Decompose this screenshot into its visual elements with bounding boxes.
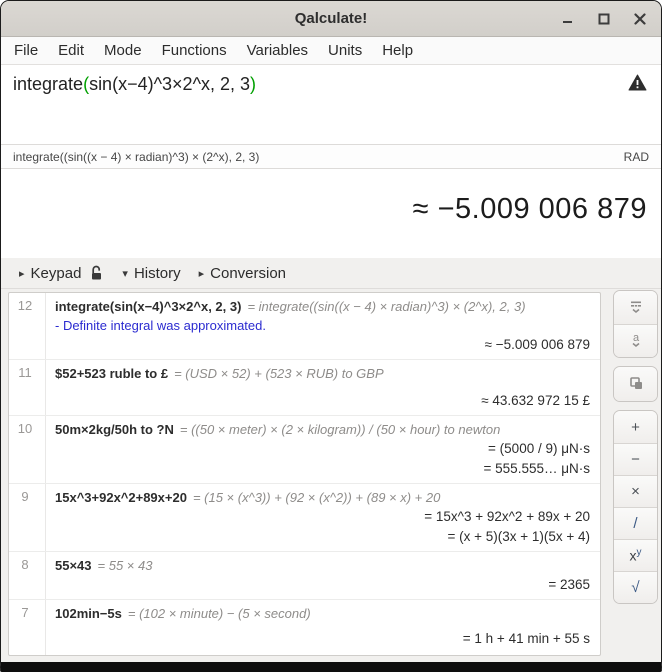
menu-functions[interactable]: Functions	[152, 39, 237, 62]
menu-units[interactable]: Units	[318, 39, 372, 62]
history-list[interactable]: 12 integrate(sin(x−4)^3×2^x, 2, 3) = inte…	[8, 292, 601, 656]
history-row[interactable]: 7 102min−5s = (102 × minute) − (5 × secon…	[9, 599, 600, 653]
maximize-button[interactable]	[593, 8, 615, 30]
divide-label: /	[633, 515, 637, 532]
divide-button[interactable]: /	[614, 507, 657, 539]
insert-text-button[interactable]: a	[614, 324, 657, 357]
history-index: 10	[9, 421, 41, 436]
history-panel: 12 integrate(sin(x−4)^3×2^x, 2, 3) = inte…	[1, 289, 661, 662]
expression-func: integrate	[13, 74, 83, 94]
power-exp-label: y	[637, 547, 642, 558]
history-row[interactable]: 8 55×43 = 55 × 43 = 2365	[9, 551, 600, 599]
angle-mode-indicator: RAD	[624, 150, 649, 164]
menu-help[interactable]: Help	[372, 39, 423, 62]
history-index: 7	[9, 605, 41, 620]
power-base-label: x	[630, 548, 637, 564]
history-input: integrate(sin(x−4)^3×2^x, 2, 3)	[55, 299, 241, 314]
chevron-down-icon: ▾	[122, 267, 128, 280]
history-input: 50m×2kg/50h to ?N	[55, 422, 174, 437]
copy-button[interactable]	[614, 367, 657, 401]
history-parsed: = integrate((sin((x − 4) × radian)^3) × …	[247, 299, 525, 314]
plus-label: +	[631, 419, 640, 436]
menu-file[interactable]: File	[4, 39, 48, 62]
insert-text-icon: a	[628, 332, 644, 351]
history-input: 15x^3+92x^2+89x+20	[55, 490, 187, 505]
warning-icon[interactable]	[628, 74, 647, 96]
qalculate-window: Qalculate! File Edit Mode Functions Vari…	[0, 0, 662, 672]
history-result: ≈ −5.009 006 879	[55, 335, 592, 355]
titlebar[interactable]: Qalculate!	[1, 1, 661, 37]
menubar: File Edit Mode Functions Variables Units…	[1, 37, 661, 65]
expression-text: integrate(sin(x−4)^3×2^x, 2, 3)	[13, 74, 256, 95]
history-parsed: = (15 × (x^3)) + (92 × (x^2)) + (89 × x)…	[193, 490, 440, 505]
parsed-expression: integrate((sin((x − 4) × radian)^3) × (2…	[13, 150, 259, 164]
history-result: = (x + 5)(3x + 1)(5x + 4)	[55, 527, 592, 547]
menu-variables[interactable]: Variables	[237, 39, 318, 62]
status-bar: integrate((sin((x − 4) × radian)^3) × (2…	[1, 144, 661, 169]
history-row[interactable]: 10 50m×2kg/50h to ?N = ((50 × meter) × (2…	[9, 415, 600, 483]
menu-edit[interactable]: Edit	[48, 39, 94, 62]
history-parsed: = (102 × minute) − (5 × second)	[128, 606, 311, 621]
result-value: ≈ −5.009 006 879	[413, 193, 647, 226]
history-result: = 1 h + 41 min + 55 s	[55, 629, 592, 649]
result-area: ≈ −5.009 006 879	[1, 169, 661, 258]
history-parsed: = (USD × 52) + (523 × RUB) to GBP	[174, 366, 384, 381]
history-input: 55×43	[55, 558, 92, 573]
matched-paren-close: )	[250, 74, 256, 94]
chevron-right-icon: ▸	[19, 267, 25, 280]
history-parsed: = 55 × 43	[98, 558, 153, 573]
sqrt-label: √	[631, 579, 639, 596]
multiply-button[interactable]: ×	[614, 475, 657, 507]
expression-body: sin(x−4)^3×2^x, 2, 3	[89, 74, 250, 94]
insert-value-button[interactable]	[614, 291, 657, 324]
conversion-toggle[interactable]: ▸ Conversion	[195, 263, 290, 284]
expression-input[interactable]: integrate(sin(x−4)^3×2^x, 2, 3)	[1, 65, 661, 144]
history-input: 102min−5s	[55, 606, 122, 621]
history-label: History	[134, 265, 181, 282]
history-result: ≈ 43.632 972 15 £	[55, 391, 592, 411]
conversion-label: Conversion	[210, 265, 286, 282]
history-result: = 15x^3 + 92x^2 + 89x + 20	[55, 507, 592, 527]
unlock-icon[interactable]	[89, 265, 104, 281]
close-button[interactable]	[629, 8, 651, 30]
keypad-toggle[interactable]: ▸ Keypad	[15, 263, 108, 284]
history-result: = (5000 / 9) μN·s	[55, 439, 592, 459]
copy-group	[613, 366, 658, 402]
chevron-right-icon: ▸	[199, 267, 205, 280]
history-toggle[interactable]: ▾ History	[118, 263, 184, 284]
history-index: 12	[9, 298, 41, 313]
history-row[interactable]: 12 integrate(sin(x−4)^3×2^x, 2, 3) = inte…	[9, 293, 600, 359]
history-result: = 2365	[55, 575, 592, 595]
insert-group: a	[613, 290, 658, 358]
history-index: 11	[9, 365, 41, 380]
multiply-label: ×	[631, 483, 640, 500]
history-row[interactable]: 11 $52+523 ruble to £ = (USD × 52) + (523…	[9, 359, 600, 415]
history-result: = 555.555… μN·s	[55, 459, 592, 479]
minus-button[interactable]: −	[614, 443, 657, 475]
plus-button[interactable]: +	[614, 411, 657, 443]
history-note: - Definite integral was approximated.	[55, 316, 592, 335]
svg-text:a: a	[632, 332, 639, 344]
operator-group: + − × / xy √	[613, 410, 658, 604]
history-index: 9	[9, 489, 41, 504]
menu-mode[interactable]: Mode	[94, 39, 152, 62]
history-action-buttons: a + −	[613, 290, 658, 612]
keypad-label: Keypad	[31, 265, 82, 282]
insert-value-icon	[628, 299, 644, 317]
history-row[interactable]: 9 15x^3+92x^2+89x+20 = (15 × (x^3)) + (92…	[9, 483, 600, 551]
window-controls	[557, 1, 651, 36]
sqrt-button[interactable]: √	[614, 571, 657, 603]
history-index: 8	[9, 557, 41, 572]
minimize-button[interactable]	[557, 8, 579, 30]
history-parsed: = ((50 × meter) × (2 × kilogram)) / (50 …	[180, 422, 500, 437]
window-title: Qalculate!	[295, 10, 368, 27]
power-button[interactable]: xy	[614, 539, 657, 571]
history-input: $52+523 ruble to £	[55, 366, 168, 381]
panel-toggle-bar: ▸ Keypad ▾ History ▸ Conversion	[1, 258, 661, 289]
copy-icon	[628, 375, 644, 394]
minus-label: −	[631, 451, 640, 468]
